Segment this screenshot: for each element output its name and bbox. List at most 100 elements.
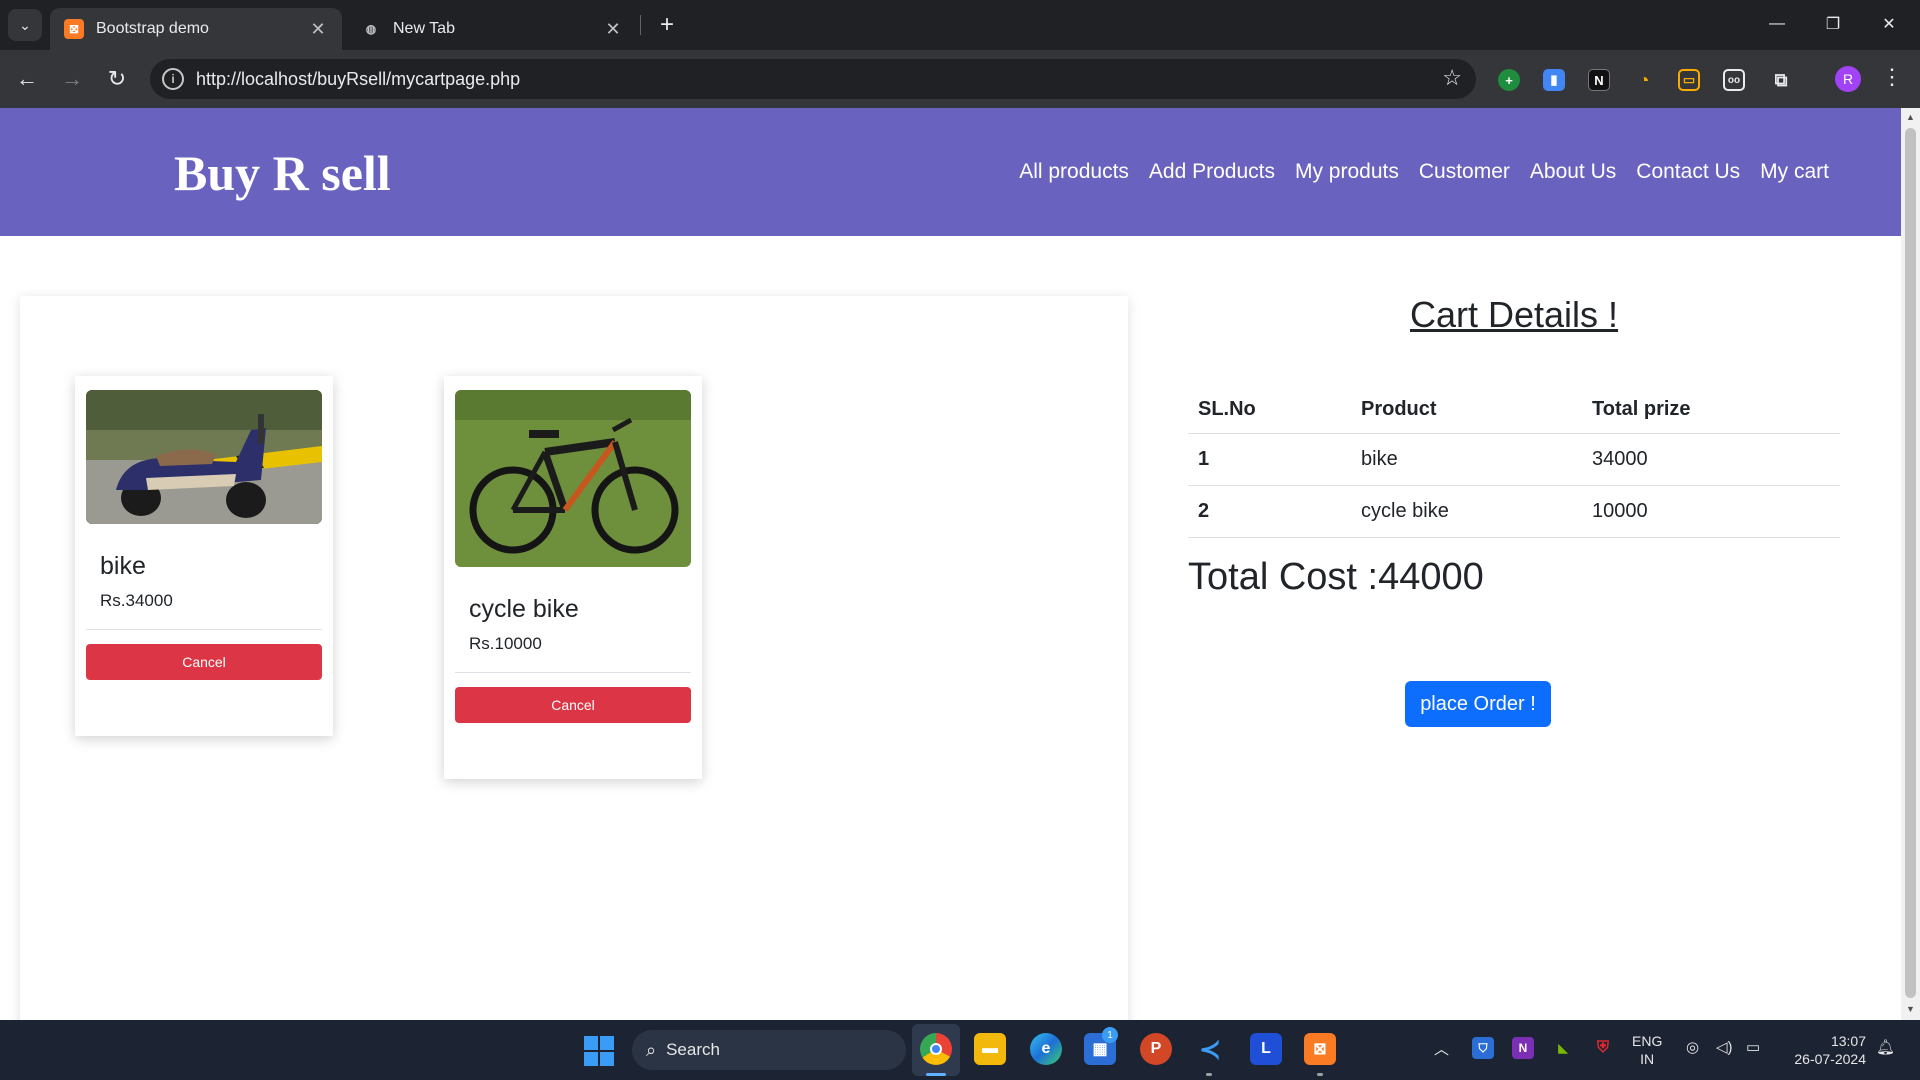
clock-time: 13:07	[1830, 1033, 1866, 1049]
cart-details-title: Cart Details !	[1410, 294, 1619, 335]
profile-avatar[interactable]: R	[1835, 66, 1861, 92]
site-brand[interactable]: Buy R sell	[174, 144, 391, 202]
site-info-icon[interactable]: i	[162, 68, 184, 90]
back-button[interactable]: ←	[10, 62, 44, 96]
onenote-tray-icon[interactable]: N	[1512, 1037, 1534, 1059]
windows-taskbar: ⌕ Search ▬ e ▦ 1 P ≺ L ⊠ ︿ ⛉ N ◣ ⛨ ENG I…	[0, 1020, 1920, 1080]
nav-link-my-products[interactable]: My produts	[1295, 160, 1399, 184]
nav-link-customer[interactable]: Customer	[1419, 160, 1510, 184]
language-indicator[interactable]: ENG IN	[1632, 1032, 1662, 1068]
nav-link-about-us[interactable]: About Us	[1530, 160, 1616, 184]
browser-toolbar: ← → ↻ i http://localhost/buyRsell/mycart…	[0, 50, 1920, 108]
show-hidden-icons-chevron-icon[interactable]: ︿	[1434, 1038, 1449, 1059]
card-divider	[455, 672, 691, 673]
table-row: 2 cycle bike 10000	[1188, 485, 1840, 538]
close-tab-icon[interactable]: ✕	[603, 19, 623, 40]
tab-new-tab[interactable]: ◍ New Tab ✕	[347, 8, 637, 50]
vscode-app-icon[interactable]: ≺	[1194, 1033, 1226, 1065]
cast-extension-icon[interactable]: ▭	[1678, 69, 1700, 91]
store-badge: 1	[1102, 1027, 1118, 1043]
search-icon: ⌕	[646, 1039, 657, 1060]
chrome-app-icon[interactable]	[920, 1033, 952, 1065]
total-cost: Total Cost :44000	[1188, 556, 1484, 598]
extensions-puzzle-icon[interactable]: ⧉	[1770, 69, 1792, 91]
row-total: 34000	[1582, 433, 1840, 486]
browser-menu-icon[interactable]: ⋮	[1880, 64, 1904, 90]
column-header-total: Total prize	[1582, 386, 1840, 434]
minimize-button[interactable]: —	[1754, 8, 1800, 40]
tab-bootstrap-demo[interactable]: ⊠ Bootstrap demo ✕	[50, 8, 342, 50]
cart-items-panel: bike Rs.34000 Cancel cycle bike Rs.10000…	[20, 296, 1128, 1020]
column-header-sl: SL.No	[1188, 386, 1351, 434]
product-image-cycle	[455, 390, 691, 567]
nvidia-tray-icon[interactable]: ◣	[1552, 1037, 1574, 1059]
file-explorer-icon[interactable]: ▬	[974, 1033, 1006, 1065]
address-bar[interactable]: i http://localhost/buyRsell/mycartpage.p…	[150, 59, 1476, 99]
bicycle-image	[455, 390, 691, 567]
place-order-button[interactable]: place Order !	[1405, 681, 1551, 727]
row-product: cycle bike	[1351, 485, 1582, 538]
reload-button[interactable]: ↻	[100, 62, 134, 96]
new-tab-button[interactable]: +	[652, 10, 682, 40]
restore-button[interactable]: ❐	[1810, 8, 1856, 40]
nav-link-my-cart[interactable]: My cart	[1760, 160, 1829, 184]
notification-bell-icon[interactable]: 🔔︎	[1876, 1038, 1895, 1056]
cancel-button[interactable]: Cancel	[86, 644, 322, 680]
bookmark-star-icon[interactable]: ☆	[1442, 65, 1462, 91]
battery-icon[interactable]: ▭	[1746, 1038, 1760, 1056]
windows-start-icon[interactable]	[584, 1036, 614, 1066]
browser-tab-bar: ⌄ ⊠ Bootstrap demo ✕ ◍ New Tab ✕ + — ❐ ✕	[0, 0, 1920, 50]
url-text[interactable]: http://localhost/buyRsell/mycartpage.php	[196, 69, 520, 90]
tab-title: New Tab	[393, 20, 455, 37]
l-app-icon[interactable]: L	[1250, 1033, 1282, 1065]
powerpoint-app-icon[interactable]: P	[1140, 1033, 1172, 1065]
mcafee-tray-icon[interactable]: ⛨	[1592, 1037, 1614, 1059]
edge-app-icon[interactable]: e	[1030, 1033, 1062, 1065]
timer-extension-icon[interactable]: ◔	[1633, 69, 1655, 91]
tab-search-dropdown-icon[interactable]: ⌄	[8, 9, 42, 41]
nav-link-all-products[interactable]: All products	[1019, 160, 1129, 184]
volume-icon[interactable]: ◁)	[1716, 1038, 1733, 1056]
cart-item-price: Rs.10000	[469, 634, 542, 653]
column-header-product: Product	[1351, 386, 1582, 434]
notion-extension-icon[interactable]: N	[1588, 69, 1610, 91]
product-image-scooter	[86, 390, 322, 524]
cart-item-name: cycle bike	[469, 595, 579, 623]
nav-link-add-products[interactable]: Add Products	[1149, 160, 1275, 184]
row-sl: 1	[1188, 433, 1351, 486]
taskbar-search[interactable]: ⌕ Search	[632, 1030, 906, 1070]
table-row: 1 bike 34000	[1188, 433, 1840, 486]
nav-link-contact-us[interactable]: Contact Us	[1636, 160, 1740, 184]
scroll-up-arrow-icon[interactable]: ▲	[1905, 112, 1916, 124]
chrome-running-indicator	[926, 1073, 946, 1076]
scrollbar-thumb[interactable]	[1905, 128, 1916, 998]
language-code: ENG	[1632, 1033, 1663, 1049]
add-extension-icon[interactable]: +	[1498, 69, 1520, 91]
close-window-button[interactable]: ✕	[1866, 8, 1912, 40]
docs-extension-icon[interactable]: ▮	[1543, 69, 1565, 91]
cart-item-name: bike	[100, 552, 146, 580]
globe-icon: ◍	[365, 22, 377, 36]
xampp-app-icon[interactable]: ⊠	[1304, 1033, 1336, 1065]
cart-item-card: cycle bike Rs.10000 Cancel	[444, 376, 702, 779]
scooter-image	[86, 390, 322, 524]
row-sl: 2	[1188, 485, 1351, 538]
search-label: Search	[666, 1040, 720, 1059]
system-clock[interactable]: 13:07 26-07-2024	[1786, 1032, 1866, 1068]
card-divider	[86, 629, 322, 630]
nav-links: All products Add Products My produts Cus…	[1019, 160, 1829, 184]
page-scrollbar[interactable]: ▲ ▼	[1901, 108, 1920, 1020]
cart-item-card: bike Rs.34000 Cancel	[75, 376, 333, 736]
forward-button[interactable]: →	[55, 62, 89, 96]
row-product: bike	[1351, 433, 1582, 486]
cancel-button[interactable]: Cancel	[455, 687, 691, 723]
network-icon[interactable]: ◎	[1686, 1038, 1699, 1056]
tab-divider	[640, 15, 641, 35]
reader-extension-icon[interactable]: oo	[1723, 69, 1745, 91]
scroll-down-arrow-icon[interactable]: ▼	[1905, 1004, 1916, 1016]
xampp-running-indicator	[1317, 1073, 1323, 1076]
defender-tray-icon[interactable]: ⛉	[1472, 1037, 1494, 1059]
clock-date: 26-07-2024	[1794, 1051, 1866, 1067]
close-tab-icon[interactable]: ✕	[308, 19, 328, 40]
tab-title: Bootstrap demo	[96, 20, 209, 37]
